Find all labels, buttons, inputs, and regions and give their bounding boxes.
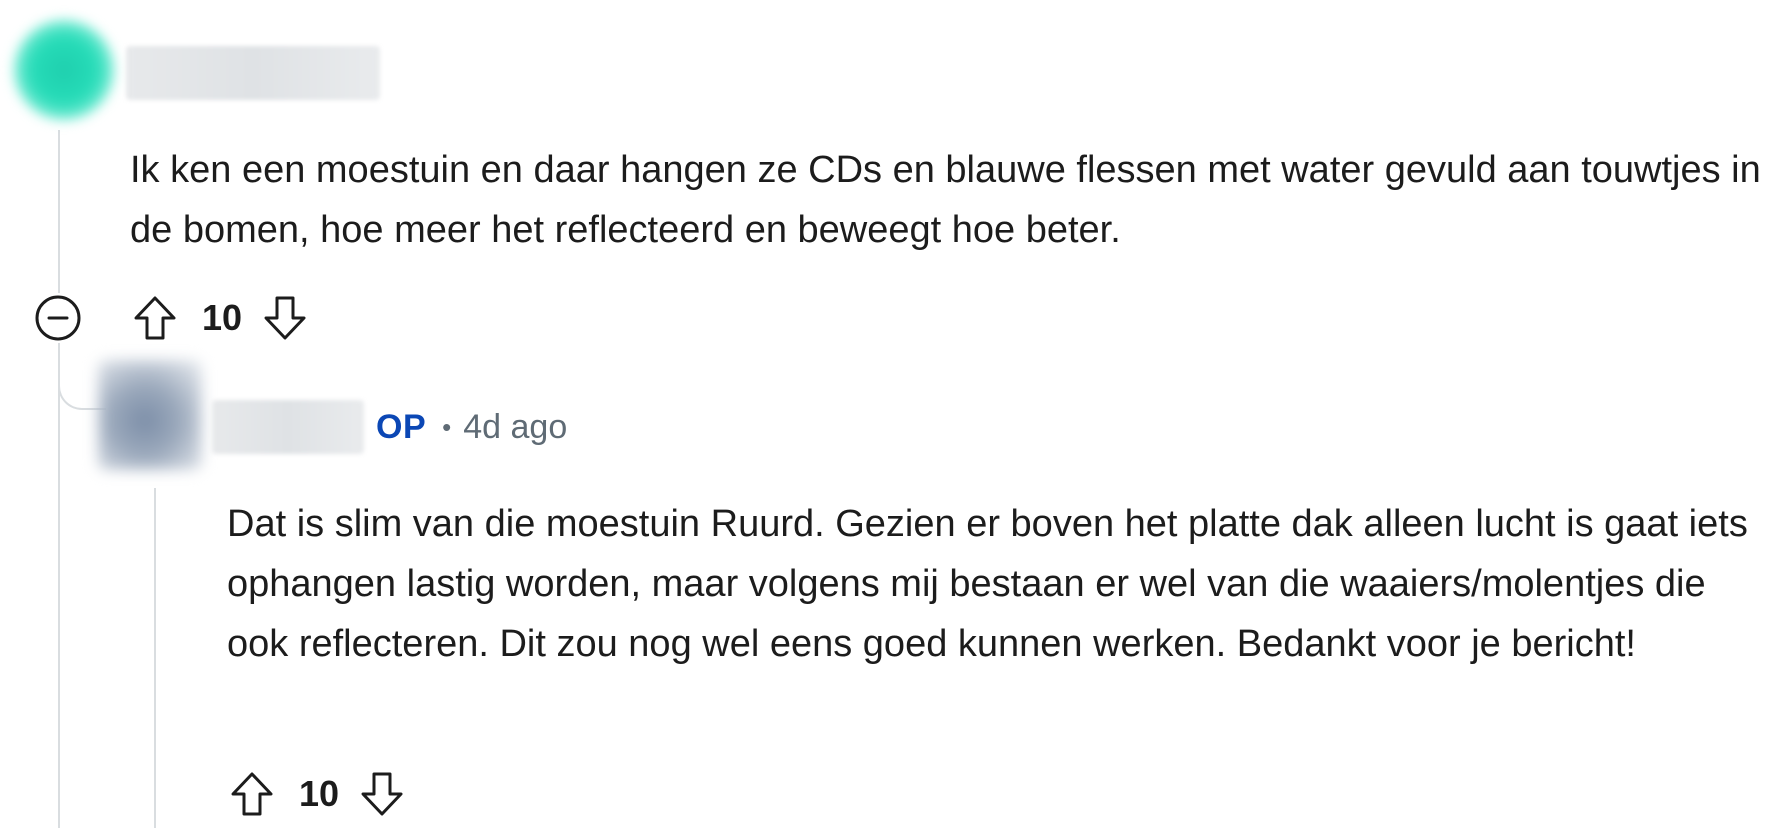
reply-meta: OP • 4d ago — [376, 402, 567, 452]
collapse-button[interactable] — [33, 293, 83, 343]
comment-thread: Ik ken een moestuin en daar hangen ze CD… — [0, 0, 1782, 828]
avatar[interactable] — [14, 20, 114, 120]
thread-line[interactable] — [58, 130, 60, 828]
comment-actions: 10 — [130, 288, 310, 348]
arrow-up-icon — [231, 772, 273, 816]
arrow-down-icon — [264, 296, 306, 340]
op-badge: OP — [376, 407, 427, 446]
downvote-button[interactable] — [357, 769, 407, 819]
vote-score: 10 — [299, 773, 340, 814]
comment-body: Ik ken een moestuin en daar hangen ze CD… — [130, 149, 1761, 251]
timestamp[interactable]: 4d ago — [463, 408, 567, 447]
upvote-button[interactable] — [130, 293, 180, 343]
reply-body: Dat is slim van die moestuin Ruurd. Gezi… — [227, 503, 1748, 665]
downvote-button[interactable] — [260, 293, 310, 343]
meta-separator: • — [442, 411, 452, 442]
avatar[interactable] — [98, 360, 202, 470]
arrow-up-icon — [134, 296, 176, 340]
minus-circle-icon — [35, 295, 81, 341]
vote-score: 10 — [202, 297, 243, 338]
reply-actions: 10 — [227, 764, 407, 824]
reply-thread-line[interactable] — [154, 488, 156, 828]
username-redacted[interactable] — [212, 400, 364, 454]
upvote-button[interactable] — [227, 769, 277, 819]
username-redacted[interactable] — [126, 46, 380, 100]
arrow-down-icon — [361, 772, 403, 816]
